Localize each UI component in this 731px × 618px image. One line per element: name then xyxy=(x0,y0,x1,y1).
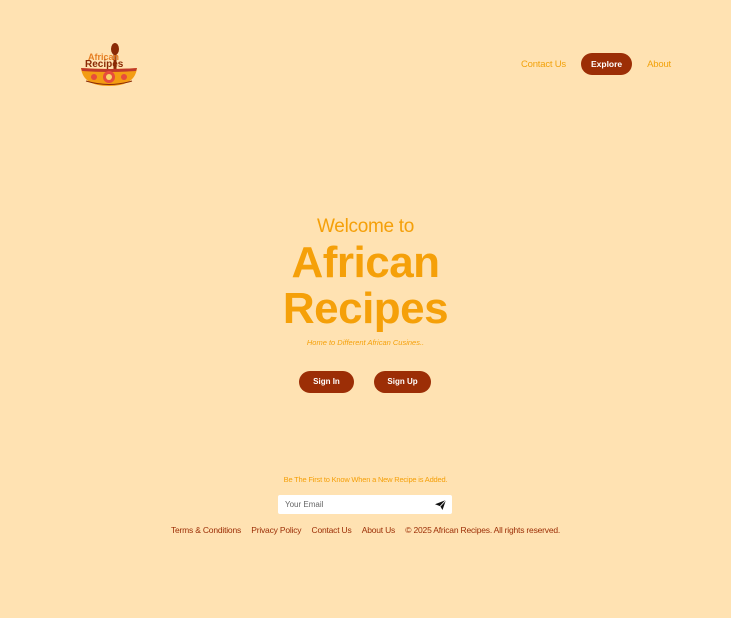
hero-buttons: Sign In Sign Up xyxy=(0,371,731,393)
logo-bowl-icon: African Recipes xyxy=(81,43,137,86)
subscribe-form xyxy=(278,495,452,514)
hero-welcome-text: Welcome to xyxy=(317,216,414,237)
footer-contact-link[interactable]: Contact Us xyxy=(312,525,352,535)
nav-about-link[interactable]: About xyxy=(647,59,671,70)
subscribe-prompt: Be The First to Know When a New Recipe i… xyxy=(283,475,448,484)
footer-about-link[interactable]: About Us xyxy=(362,525,396,535)
nav-explore-button[interactable]: Explore xyxy=(580,53,633,75)
sign-up-button[interactable]: Sign Up xyxy=(374,371,431,393)
sign-in-button[interactable]: Sign In xyxy=(299,371,354,393)
hero-title-line1: African xyxy=(291,238,440,287)
send-button[interactable] xyxy=(428,495,452,514)
hero-tagline: Home to Different African Cusines.. xyxy=(306,338,425,347)
nav-contact-link[interactable]: Contact Us xyxy=(521,59,566,70)
hero-title-line2: Recipes xyxy=(282,284,449,333)
site-logo[interactable]: African Recipes xyxy=(78,40,140,88)
email-input[interactable] xyxy=(278,495,426,514)
hero-section: Welcome to African Recipes Home to Diffe… xyxy=(0,214,731,393)
top-nav: Contact Us Explore About xyxy=(521,53,671,75)
logo-text-line2: Recipes xyxy=(85,59,124,70)
paper-plane-icon xyxy=(434,499,446,510)
footer-terms-link[interactable]: Terms & Conditions xyxy=(171,525,241,535)
footer-copyright: © 2025 African Recipes. All rights reser… xyxy=(405,525,561,535)
footer-links: Terms & Conditions Privacy Policy Contac… xyxy=(0,524,731,536)
footer-privacy-link[interactable]: Privacy Policy xyxy=(251,525,301,535)
